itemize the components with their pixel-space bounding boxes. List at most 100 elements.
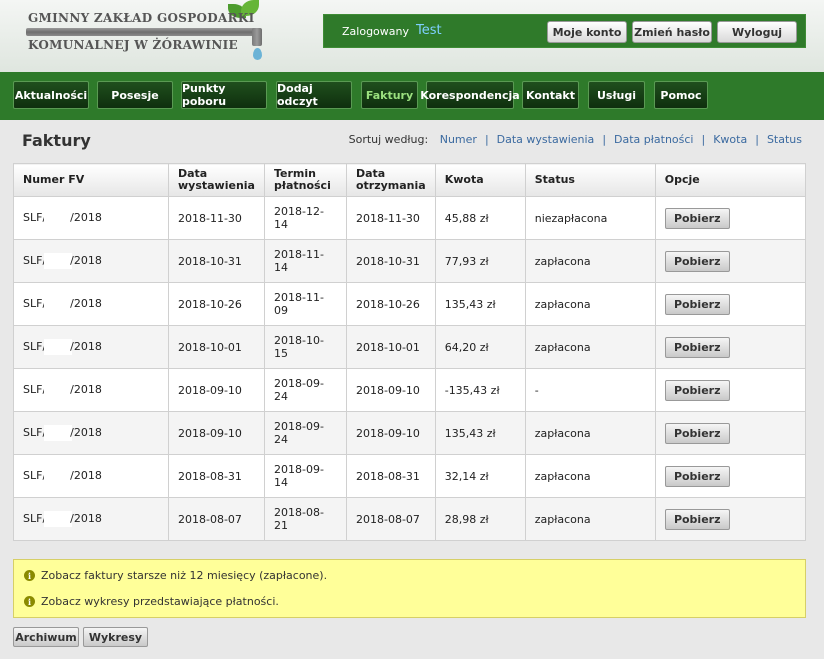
invoice-number: SLF/ /2018 — [13, 325, 169, 369]
due-date: 2018-10-15 — [263, 325, 347, 369]
due-date: 2018-08-21 — [263, 497, 347, 541]
amount: 135,43 zł — [434, 411, 526, 455]
nav-dodaj-odczyt[interactable]: Dodaj odczyt — [276, 81, 352, 109]
table-row: SLF//2018 2018-10-26 2018-11-09 2018-10-26 1… — [13, 282, 807, 326]
invoice-number-suffix: /2018 — [70, 426, 102, 439]
nav-punkty-poboru[interactable]: Punkty poboru — [181, 81, 267, 109]
invoice-number-suffix: /2018 — [70, 211, 102, 224]
options-cell: Pobierz — [654, 454, 807, 498]
info-icon: i — [24, 570, 35, 581]
amount: 32,14 zł — [434, 454, 526, 498]
options-cell: Pobierz — [654, 325, 807, 369]
nav-aktualnosci[interactable]: Aktualności — [13, 81, 89, 109]
options-cell: Pobierz — [654, 368, 807, 412]
status-text: niezapłacona — [524, 196, 656, 240]
status-text: zapłacona — [524, 497, 656, 541]
logo-text-line2: KOMUNALNEJ W ŻÓRAWINIE — [28, 38, 238, 52]
status-text: zapłacona — [524, 411, 656, 455]
due-date: 2018-11-09 — [263, 282, 347, 326]
invoice-number: SLF/ /2018 — [13, 239, 169, 283]
invoice-number-suffix: /2018 — [70, 254, 102, 267]
change-password-button[interactable]: Zmień hasło — [632, 21, 712, 43]
nav-posesje[interactable]: Posesje — [97, 81, 173, 109]
download-button[interactable]: Pobierz — [664, 293, 730, 315]
table-row: SLF//2018 2018-09-10 2018-09-24 2018-09-10 1… — [13, 411, 807, 455]
col-number: Numer FV — [13, 163, 169, 197]
invoices-table: Numer FV Data wystawienia Termin płatności… — [13, 163, 807, 541]
col-due-date: Termin płatności — [263, 163, 347, 197]
download-button[interactable]: Pobierz — [664, 422, 730, 444]
download-button[interactable]: Pobierz — [664, 465, 730, 487]
nav-faktury[interactable]: Faktury — [361, 81, 418, 109]
status-text: - — [524, 368, 656, 412]
download-button[interactable]: Pobierz — [664, 336, 730, 358]
user-bar: Zalogowany Test Moje konto Zmień hasło W… — [323, 14, 806, 48]
download-button[interactable]: Pobierz — [664, 250, 730, 272]
invoice-number-prefix: SLF/ — [23, 340, 47, 353]
amount: -135,43 zł — [434, 368, 526, 412]
table-row: SLF//2018 2018-11-30 2018-12-14 2018-11-30 4… — [13, 196, 807, 240]
col-amount: Kwota — [434, 163, 526, 197]
due-date: 2018-12-14 — [263, 196, 347, 240]
issue-date: 2018-10-31 — [168, 239, 265, 283]
status-text: zapłacona — [524, 239, 656, 283]
invoice-number: SLF/ /2018 — [13, 282, 169, 326]
table-row: SLF//2018 2018-10-01 2018-10-15 2018-10-01 6… — [13, 325, 807, 369]
nav-kontakt[interactable]: Kontakt — [522, 81, 579, 109]
username: Test — [416, 23, 442, 38]
col-due-date-line2: płatności — [273, 179, 331, 192]
info-box: i Zobacz faktury starsze niż 12 miesięcy… — [13, 559, 806, 618]
col-received-line2: otrzymania — [355, 179, 426, 192]
sort-by-status-link[interactable]: Status — [767, 133, 802, 146]
status-text: zapłacona — [524, 454, 656, 498]
nav-korespondencja[interactable]: Korespondencja — [420, 81, 520, 109]
my-account-button[interactable]: Moje konto — [547, 21, 627, 43]
due-date: 2018-11-14 — [263, 239, 347, 283]
table-header-row: Numer FV Data wystawienia Termin płatności… — [13, 163, 807, 197]
archive-info-link[interactable]: Zobacz faktury starsze niż 12 miesięcy (… — [41, 569, 327, 582]
invoice-number: SLF/ /2018 — [13, 196, 169, 240]
logo-tap-graphic — [252, 28, 262, 46]
charts-info-link[interactable]: Zobacz wykresy przedstawiające płatności… — [41, 595, 279, 608]
archive-button[interactable]: Archiwum — [13, 627, 79, 647]
invoice-number-suffix: /2018 — [70, 512, 102, 525]
nav-uslugi[interactable]: Usługi — [588, 81, 645, 109]
download-button[interactable]: Pobierz — [664, 207, 730, 229]
redacted-mask — [44, 339, 73, 355]
charts-button[interactable]: Wykresy — [83, 627, 148, 647]
invoice-number-prefix: SLF/ — [23, 254, 47, 267]
invoice-number: SLF/ /2018 — [13, 411, 169, 455]
redacted-mask — [44, 425, 73, 441]
invoice-number-suffix: /2018 — [70, 383, 102, 396]
sort-by-payment-date-link[interactable]: Data płatności — [614, 133, 693, 146]
sort-by-amount-link[interactable]: Kwota — [713, 133, 747, 146]
due-date: 2018-09-24 — [263, 368, 347, 412]
download-button[interactable]: Pobierz — [664, 379, 730, 401]
download-button[interactable]: Pobierz — [664, 508, 730, 530]
due-date: 2018-09-14 — [263, 454, 347, 498]
amount: 45,88 zł — [434, 196, 526, 240]
sort-by-number-link[interactable]: Numer — [440, 133, 477, 146]
sort-by-issue-date-link[interactable]: Data wystawienia — [497, 133, 595, 146]
invoice-number-suffix: /2018 — [70, 297, 102, 310]
info-row-charts: i Zobacz wykresy przedstawiające płatnoś… — [24, 595, 279, 608]
sort-bar: Sortuj według: Numer | Data wystawienia | Da… — [349, 133, 802, 146]
invoice-number: SLF/ /2018 — [13, 497, 169, 541]
nav-pomoc[interactable]: Pomoc — [654, 81, 708, 109]
separator: | — [484, 133, 489, 146]
logo-text-line1: GMINNY ZAKŁAD GOSPODARKI — [28, 11, 255, 25]
redacted-mask — [44, 511, 73, 527]
invoice-number: SLF/ /2018 — [13, 368, 169, 412]
amount: 135,43 zł — [434, 282, 526, 326]
water-drop-icon — [253, 48, 262, 60]
invoice-number: SLF/ /2018 — [13, 454, 169, 498]
options-cell: Pobierz — [654, 239, 807, 283]
table-row: SLF//2018 2018-09-10 2018-09-24 2018-09-10-… — [13, 368, 807, 412]
invoice-number-prefix: SLF/ — [23, 469, 47, 482]
options-cell: Pobierz — [654, 411, 807, 455]
col-issue-date-line2: wystawienia — [178, 179, 255, 192]
amount: 28,98 zł — [434, 497, 526, 541]
invoice-number-suffix: /2018 — [70, 469, 102, 482]
received-date: 2018-10-01 — [345, 325, 436, 369]
logout-button[interactable]: Wyloguj — [717, 21, 797, 43]
